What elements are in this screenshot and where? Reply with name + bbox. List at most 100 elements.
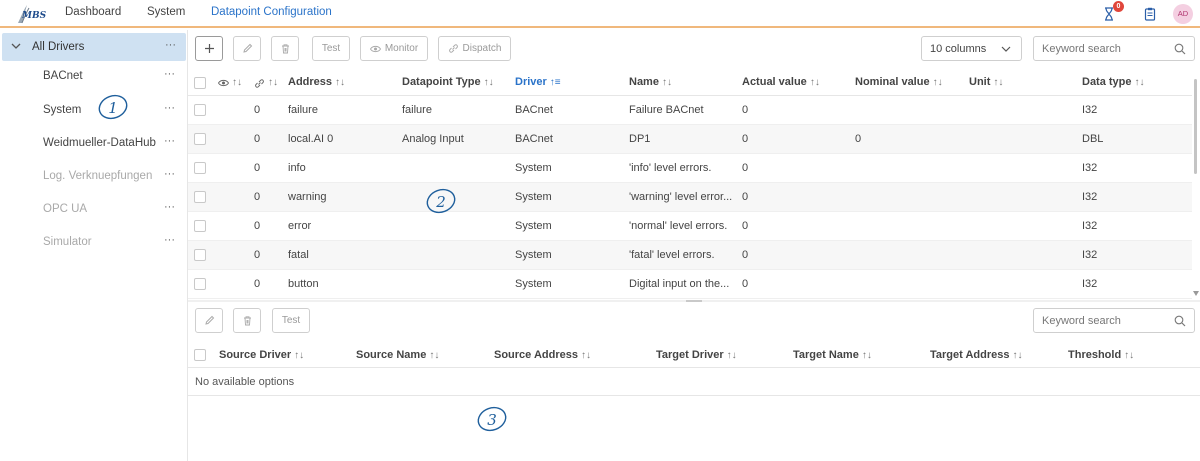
cell-name: 'fatal' level errors.	[629, 249, 715, 261]
cell-data-type: I32	[1082, 162, 1098, 174]
table-row[interactable]: 0 button System Digital input on the... 0 I32	[188, 270, 1192, 299]
sort-icon: ↑↓	[809, 77, 820, 88]
column-address[interactable]: Address ↑↓	[288, 76, 345, 88]
column-label: Target Address	[930, 349, 1010, 361]
keyword-search-input[interactable]	[1042, 42, 1162, 56]
nav-dashboard[interactable]: Dashboard	[65, 6, 121, 18]
scrollbar-thumb[interactable]	[1194, 79, 1197, 174]
delete-button[interactable]	[271, 36, 299, 61]
row-checkbox[interactable]	[194, 191, 206, 203]
more-options-icon[interactable]: ···	[164, 234, 175, 246]
column-unit[interactable]: Unit ↑↓	[969, 76, 1003, 88]
column-source-driver[interactable]: Source Driver ↑↓	[219, 349, 304, 361]
sort-icon: ↑↓	[335, 77, 346, 88]
dispatch-button[interactable]: Dispatch	[438, 36, 511, 61]
trash-icon	[281, 44, 289, 54]
nav-datapoint-configuration[interactable]: Datapoint Configuration	[211, 6, 332, 18]
search-icon[interactable]	[1174, 43, 1186, 55]
delete-link-button[interactable]	[233, 308, 261, 333]
add-button[interactable]	[195, 36, 223, 61]
row-checkbox[interactable]	[194, 104, 206, 116]
chevron-down-icon[interactable]	[11, 41, 21, 51]
column-monitor-sort[interactable]: ↑↓	[229, 76, 242, 88]
select-all-links-checkbox[interactable]	[194, 349, 206, 361]
table-row[interactable]: 0 failure failure BACnet Failure BACnet 0 I32	[188, 96, 1192, 125]
cell-driver: System	[515, 191, 552, 203]
clipboard-icon[interactable]	[1144, 7, 1156, 21]
table-row[interactable]: 0 info System 'info' level errors. 0 I32	[188, 154, 1192, 183]
column-dispatch-sort[interactable]: ↑↓	[265, 76, 278, 88]
cell-datapoint-type: failure	[402, 104, 432, 116]
tree-item-log-verknuepfungen[interactable]: Log. Verknuepfungen ···	[0, 166, 188, 188]
panel-splitter[interactable]	[188, 300, 1200, 302]
column-driver[interactable]: Driver ↑≡	[515, 76, 561, 88]
link-keyword-search-box[interactable]	[1033, 308, 1195, 333]
keyword-search-box[interactable]	[1033, 36, 1195, 61]
tree-item-opc-ua[interactable]: OPC UA ···	[0, 199, 188, 221]
more-options-icon[interactable]: ···	[164, 201, 175, 213]
column-label: Data type	[1082, 76, 1132, 88]
splitter-grip[interactable]	[686, 300, 702, 302]
link-keyword-search-input[interactable]	[1042, 314, 1162, 328]
table-scrollbar[interactable]	[1192, 69, 1200, 301]
scroll-down-arrow-icon[interactable]	[1193, 291, 1199, 296]
table-row[interactable]: 0 fatal System 'fatal' level errors. 0 I32	[188, 241, 1192, 270]
table-row[interactable]: 0 warning System 'warning' level error... 0 I…	[188, 183, 1192, 212]
column-nominal-value[interactable]: Nominal value ↑↓	[855, 76, 943, 88]
column-source-name[interactable]: Source Name ↑↓	[356, 349, 439, 361]
column-label: Actual value	[742, 76, 807, 88]
table-row[interactable]: 0 error System 'normal' level errors. 0 I32	[188, 212, 1192, 241]
user-avatar[interactable]: AD	[1173, 4, 1193, 24]
sort-icon: ↑↓	[1012, 350, 1023, 361]
tree-item-system[interactable]: System ···	[0, 100, 188, 122]
monitor-button[interactable]: Monitor	[360, 36, 428, 61]
column-actual-value[interactable]: Actual value ↑↓	[742, 76, 820, 88]
column-source-address[interactable]: Source Address ↑↓	[494, 349, 591, 361]
driver-tree-sidebar: All Drivers ··· BACnet ··· System ··· We…	[0, 30, 188, 461]
cell-address: warning	[288, 191, 327, 203]
more-options-icon[interactable]: ···	[164, 102, 175, 114]
tree-item-all-drivers[interactable]: All Drivers ···	[2, 33, 186, 61]
column-target-driver[interactable]: Target Driver ↑↓	[656, 349, 737, 361]
pencil-icon	[204, 315, 214, 325]
row-checkbox[interactable]	[194, 249, 206, 261]
row-checkbox[interactable]	[194, 133, 206, 145]
edit-button[interactable]	[233, 36, 261, 61]
column-datapoint-type[interactable]: Datapoint Type ↑↓	[402, 76, 494, 88]
sort-icon: ↑↓	[268, 77, 278, 88]
column-target-address[interactable]: Target Address ↑↓	[930, 349, 1022, 361]
more-options-icon[interactable]: ···	[165, 39, 176, 51]
tree-item-simulator[interactable]: Simulator ···	[0, 232, 188, 254]
table-row[interactable]: 0 local.AI 0 Analog Input BACnet DP1 0 0 DBL	[188, 125, 1192, 154]
tree-item-weidmueller-datahub[interactable]: Weidmueller-DataHub ···	[0, 133, 188, 155]
nav-system[interactable]: System	[147, 6, 185, 18]
row-checkbox[interactable]	[194, 220, 206, 232]
column-name[interactable]: Name ↑↓	[629, 76, 672, 88]
more-options-icon[interactable]: ···	[164, 68, 175, 80]
dispatch-button-label: Dispatch	[462, 43, 502, 54]
cell-actual-value: 0	[742, 191, 749, 203]
link-table-header: Source Driver ↑↓ Source Name ↑↓ Source Add…	[188, 341, 1200, 368]
row-checkbox[interactable]	[194, 162, 206, 174]
chevron-down-icon	[1001, 46, 1011, 52]
sort-icon: ↑↓	[1134, 77, 1145, 88]
more-options-icon[interactable]: ···	[164, 168, 175, 180]
cell-name: Digital input on the...	[629, 278, 730, 290]
cell-name: 'info' level errors.	[629, 162, 712, 174]
cell-name: Failure BACnet	[629, 104, 704, 116]
select-all-checkbox[interactable]	[194, 77, 206, 89]
test-link-button[interactable]: Test	[272, 308, 310, 333]
annotation-marker-1: 1	[98, 94, 128, 120]
column-target-name[interactable]: Target Name ↑↓	[793, 349, 872, 361]
column-threshold[interactable]: Threshold ↑↓	[1068, 349, 1134, 361]
test-button[interactable]: Test	[312, 36, 350, 61]
search-icon[interactable]	[1174, 315, 1186, 327]
columns-select[interactable]: 10 columns	[921, 36, 1022, 61]
more-options-icon[interactable]: ···	[164, 135, 175, 147]
tree-item-bacnet[interactable]: BACnet ···	[0, 66, 188, 88]
edit-link-button[interactable]	[195, 308, 223, 333]
column-data-type[interactable]: Data type ↑↓	[1082, 76, 1145, 88]
cell-nominal-value: 0	[855, 133, 862, 145]
eye-icon	[218, 79, 229, 87]
row-checkbox[interactable]	[194, 278, 206, 290]
